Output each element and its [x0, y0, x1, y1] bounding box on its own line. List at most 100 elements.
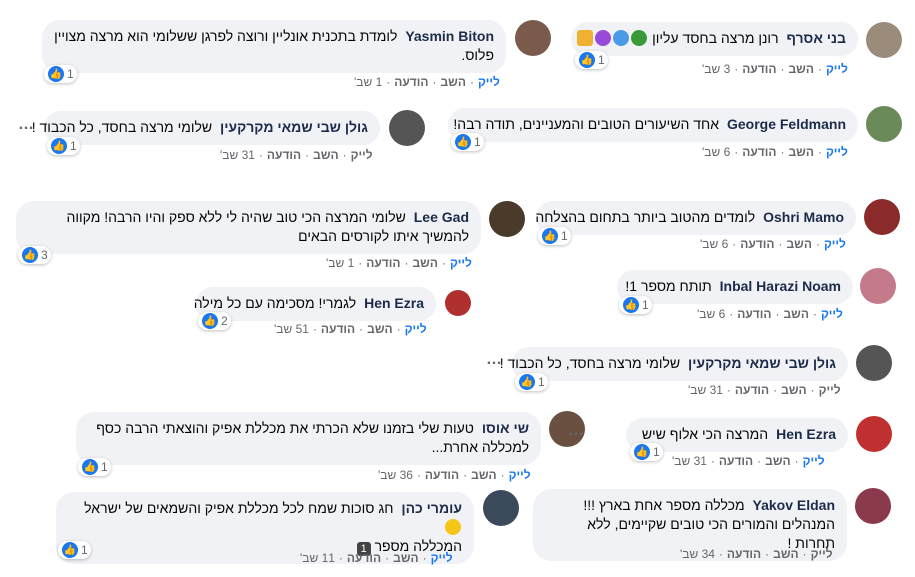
- comment-author[interactable]: בני אסרף: [786, 30, 846, 46]
- timestamp[interactable]: 6 שב': [702, 145, 730, 159]
- avatar[interactable]: [866, 106, 902, 142]
- more-options-icon[interactable]: …: [568, 422, 585, 440]
- timestamp[interactable]: 1 שב': [354, 75, 382, 89]
- timestamp[interactable]: 31 שב': [220, 148, 255, 162]
- comment-text: טעות שלי בזמנו שלא הכרתי את מכללת אפיק ו…: [96, 420, 529, 455]
- reaction-count[interactable]: 1 👍: [44, 65, 77, 83]
- comment-author[interactable]: Inbal Harazi Noam: [720, 278, 841, 294]
- more-options-icon[interactable]: …: [486, 351, 503, 369]
- avatar[interactable]: [866, 22, 902, 58]
- comment-bubble: Yasmin Biton לומדת בתכנית אונליין ורוצה …: [42, 20, 506, 73]
- comment-author[interactable]: Hen Ezra: [776, 426, 836, 442]
- reply-link[interactable]: השב: [413, 256, 438, 270]
- avatar[interactable]: [864, 199, 900, 235]
- message-link[interactable]: הודעה: [740, 237, 774, 251]
- reaction-count[interactable]: 1 👍: [451, 133, 484, 151]
- avatar[interactable]: [515, 20, 551, 56]
- message-link[interactable]: הודעה: [719, 454, 753, 468]
- reaction-count[interactable]: 1 👍: [630, 443, 663, 461]
- reaction-count[interactable]: 2 👍: [198, 312, 231, 330]
- like-link[interactable]: לייק: [431, 551, 453, 565]
- comment-author[interactable]: Lee Gad: [414, 209, 469, 225]
- like-link[interactable]: לייק: [824, 237, 846, 251]
- comment-author[interactable]: Hen Ezra: [364, 295, 424, 311]
- reply-link[interactable]: השב: [313, 148, 338, 162]
- timestamp[interactable]: 3 שב': [702, 62, 730, 76]
- message-link[interactable]: הודעה: [267, 148, 301, 162]
- timestamp[interactable]: 31 שב': [672, 454, 707, 468]
- message-link[interactable]: הודעה: [394, 75, 428, 89]
- message-link[interactable]: הודעה: [425, 468, 459, 482]
- comment-author[interactable]: גולן שבי שמאי מקרקעין: [688, 355, 836, 371]
- comment-bubble: בני אסרף רונן מרצה בחסד עליון: [571, 22, 858, 56]
- reply-link[interactable]: השב: [367, 322, 392, 336]
- comment-author[interactable]: Yasmin Biton: [405, 28, 494, 44]
- avatar[interactable]: [445, 290, 471, 316]
- reaction-count[interactable]: 1 👍: [515, 373, 548, 391]
- avatar[interactable]: [860, 268, 896, 304]
- like-reaction-icon: 👍: [623, 297, 639, 313]
- reaction-count[interactable]: 3 👍: [18, 246, 51, 264]
- reply-link[interactable]: השב: [781, 383, 806, 397]
- like-link[interactable]: לייק: [450, 256, 472, 270]
- message-link[interactable]: הודעה: [727, 547, 761, 561]
- like-link[interactable]: לייק: [819, 383, 841, 397]
- like-link[interactable]: לייק: [803, 454, 825, 468]
- reply-link[interactable]: השב: [393, 551, 418, 565]
- like-link[interactable]: לייק: [826, 62, 848, 76]
- reply-link[interactable]: השב: [773, 547, 798, 561]
- reply-link[interactable]: השב: [765, 454, 790, 468]
- avatar[interactable]: [389, 110, 425, 146]
- message-link[interactable]: הודעה: [742, 145, 776, 159]
- message-link[interactable]: הודעה: [737, 307, 771, 321]
- more-options-icon[interactable]: …: [18, 116, 35, 134]
- like-link[interactable]: לייק: [811, 547, 833, 561]
- reaction-count[interactable]: 1 👍: [78, 458, 111, 476]
- reply-link[interactable]: השב: [787, 237, 812, 251]
- comment-author[interactable]: Yakov Eldan: [753, 497, 835, 513]
- comment-bubble: גולן שבי שמאי מקרקעין שלומי מרצה בחסד, כ…: [32, 111, 380, 145]
- like-link[interactable]: לייק: [821, 307, 843, 321]
- timestamp[interactable]: 1 שב': [326, 256, 354, 270]
- reply-link[interactable]: השב: [789, 62, 814, 76]
- timestamp[interactable]: 31 שב': [688, 383, 723, 397]
- timestamp[interactable]: 6 שב': [700, 237, 728, 251]
- like-reaction-icon: 👍: [22, 247, 38, 263]
- like-link[interactable]: לייק: [826, 145, 848, 159]
- timestamp[interactable]: 36 שב': [378, 468, 413, 482]
- comment-author[interactable]: גולן שבי שמאי מקרקעין: [220, 119, 368, 135]
- reply-link[interactable]: השב: [441, 75, 466, 89]
- like-link[interactable]: לייק: [509, 468, 531, 482]
- like-link[interactable]: לייק: [478, 75, 500, 89]
- avatar[interactable]: [856, 416, 892, 452]
- comment-actions: לייק·השב·הודעה·51 שב': [274, 322, 427, 336]
- comment-author[interactable]: שי אוסו: [482, 420, 529, 436]
- avatar[interactable]: [489, 201, 525, 237]
- comment-author[interactable]: George Feldmann: [727, 116, 846, 132]
- like-link[interactable]: לייק: [405, 322, 427, 336]
- timestamp[interactable]: 51 שב': [274, 322, 309, 336]
- reaction-number: 1: [67, 67, 74, 81]
- like-link[interactable]: לייק: [351, 148, 373, 162]
- timestamp[interactable]: 11 שב': [300, 551, 335, 565]
- comment-author[interactable]: עומרי כהן: [401, 500, 462, 516]
- timestamp[interactable]: 6 שב': [697, 307, 725, 321]
- message-link[interactable]: הודעה: [366, 256, 400, 270]
- avatar[interactable]: [856, 345, 892, 381]
- message-link[interactable]: הודעה: [347, 551, 381, 565]
- reply-link[interactable]: השב: [784, 307, 809, 321]
- timestamp[interactable]: 34 שב': [680, 547, 715, 561]
- comment-author[interactable]: Oshri Mamo: [763, 209, 844, 225]
- reply-link[interactable]: השב: [789, 145, 814, 159]
- reply-link[interactable]: השב: [471, 468, 496, 482]
- avatar[interactable]: [483, 490, 519, 526]
- reaction-count[interactable]: 1 👍: [619, 296, 652, 314]
- reaction-count[interactable]: 1 👍: [538, 227, 571, 245]
- message-link[interactable]: הודעה: [742, 62, 776, 76]
- message-link[interactable]: הודעה: [735, 383, 769, 397]
- reaction-count[interactable]: 1 👍: [58, 541, 91, 559]
- message-link[interactable]: הודעה: [321, 322, 355, 336]
- avatar[interactable]: [855, 488, 891, 524]
- reaction-count[interactable]: 1 👍: [575, 51, 608, 69]
- reaction-count[interactable]: 1 👍: [47, 137, 80, 155]
